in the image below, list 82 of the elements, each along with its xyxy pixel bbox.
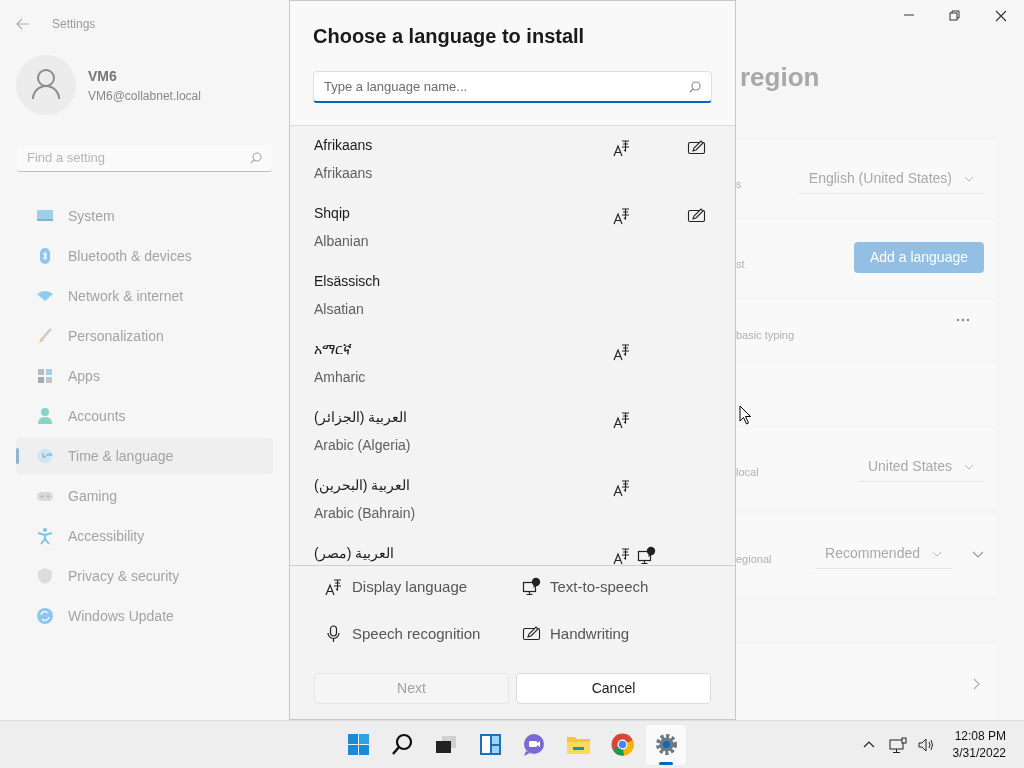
dialog-button[interactable]: Cancel <box>516 673 711 704</box>
more-icon[interactable] <box>956 318 970 322</box>
search-icon <box>250 152 262 164</box>
nav-item[interactable]: Bluetooth & devices <box>16 238 273 274</box>
clock[interactable]: 12:08 PM 3/31/2022 <box>952 727 1006 762</box>
apps-icon <box>36 367 54 385</box>
nav-item[interactable]: Network & internet <box>16 278 273 314</box>
volume-icon[interactable] <box>916 736 935 753</box>
chevron-down-icon <box>964 175 974 182</box>
nav-item[interactable]: Accessibility <box>16 518 273 554</box>
nav-item[interactable]: Personalization <box>16 318 273 354</box>
language-native-name: العربية (مصر) <box>314 544 395 562</box>
nav-item[interactable]: Time & language <box>16 438 273 474</box>
refresh-icon <box>36 607 54 625</box>
window-title: Settings <box>52 16 96 33</box>
search-icon <box>689 80 701 93</box>
page-title: region <box>739 61 821 94</box>
language-native-name: Elsässisch <box>314 272 381 290</box>
nav-item[interactable]: Windows Update <box>16 598 273 634</box>
accessibility-icon <box>36 527 54 545</box>
brush-icon <box>36 327 54 345</box>
dropdown[interactable]: English (United States) <box>798 164 984 194</box>
chevron-down-icon <box>964 463 974 470</box>
mouse-cursor-icon <box>739 405 752 425</box>
nav-item[interactable]: Apps <box>16 358 273 394</box>
close-icon[interactable] <box>995 10 1007 22</box>
restore-icon[interactable] <box>949 10 961 22</box>
language-english-name: Arabic (Algeria) <box>314 436 411 454</box>
language-list-item[interactable]: العربية (مصر) <box>290 544 735 565</box>
text-to-speech-icon <box>522 577 542 598</box>
nav-item[interactable]: Gaming <box>16 478 273 514</box>
feature-legend-label: Speech recognition <box>352 623 481 644</box>
language-english-name: Albanian <box>314 232 369 250</box>
feature-legend-label: Text-to-speech <box>550 577 649 597</box>
language-list-item[interactable]: Shqip Albanian <box>290 204 735 272</box>
language-native-name: العربية (الجزائر) <box>314 408 409 426</box>
feature-legend-label: Display language <box>352 577 468 597</box>
user-name: VM6 <box>88 66 118 86</box>
chevron-up-icon[interactable] <box>862 741 875 748</box>
dropdown[interactable]: United States <box>857 452 984 482</box>
chat-camera-icon <box>521 732 547 757</box>
setting-label: basic typing <box>736 327 795 343</box>
setting-label: egional <box>736 551 772 567</box>
search-icon <box>389 732 415 757</box>
language-native-name: አማርኛ <box>314 340 353 358</box>
expand-chevron-icon[interactable] <box>972 550 984 558</box>
network-icon[interactable] <box>888 736 907 753</box>
clock-time: 12:08 PM <box>954 727 1006 745</box>
dialog-title: Choose a language to install <box>313 24 586 49</box>
clock-date: 3/31/2022 <box>952 744 1006 762</box>
search-field[interactable]: Type a language name... <box>313 71 712 103</box>
shield-icon <box>36 567 54 585</box>
nav-item[interactable]: Accounts <box>16 398 273 434</box>
language-english-name: Alsatian <box>314 300 365 318</box>
nav-item[interactable]: System <box>16 198 273 234</box>
display-language-icon <box>324 577 344 598</box>
nav-item[interactable]: Privacy & security <box>16 558 273 594</box>
language-list-item[interactable]: አማርኛ Amharic <box>290 340 735 408</box>
dropdown[interactable]: Recommended <box>815 539 952 569</box>
person-icon <box>36 407 54 425</box>
setting-label: local <box>736 464 759 480</box>
language-native-name: Afrikaans <box>314 136 373 154</box>
widgets-icon <box>477 732 503 757</box>
feature-legend-label: Handwriting <box>550 623 630 644</box>
language-english-name: Amharic <box>314 368 366 386</box>
search-field[interactable]: Find a setting <box>17 145 272 172</box>
start-icon <box>345 732 371 757</box>
gear-icon <box>653 732 679 757</box>
language-list-item[interactable]: Elsässisch Alsatian <box>290 272 735 340</box>
add-language-button[interactable]: Add a language <box>853 241 984 273</box>
setting-label: st <box>736 256 745 272</box>
user-avatar-icon <box>16 55 76 115</box>
chevron-down-icon <box>932 550 942 557</box>
language-english-name: Afrikaans <box>314 164 373 182</box>
language-native-name: Shqip <box>314 204 351 222</box>
setting-label: s <box>736 176 742 192</box>
language-native-name: العربية (البحرين) <box>314 476 412 494</box>
browser-icon <box>609 732 635 757</box>
language-list-item[interactable]: Afrikaans Afrikaans <box>290 136 735 204</box>
language-english-name: Arabic (Bahrain) <box>314 504 416 522</box>
user-email: VM6@collabnet.local <box>88 87 201 105</box>
clock-globe-icon <box>36 447 54 465</box>
